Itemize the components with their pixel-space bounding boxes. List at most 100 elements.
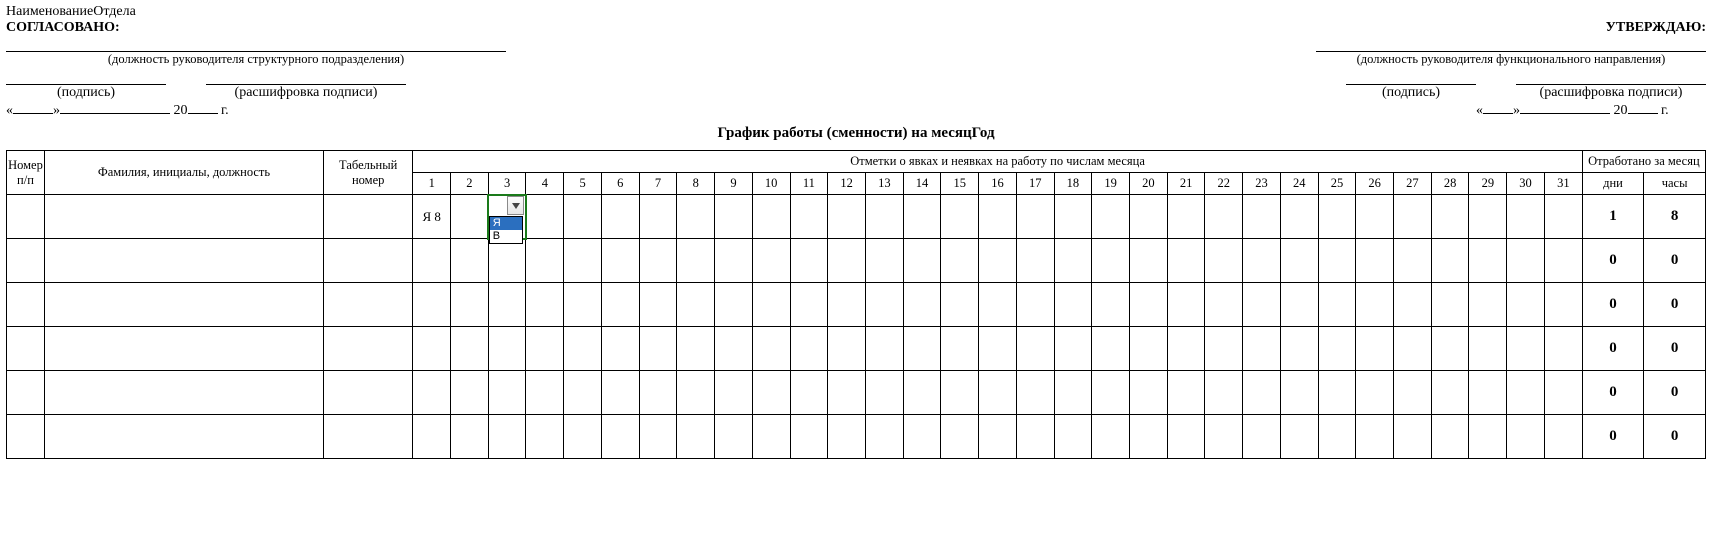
cell-day[interactable] — [1129, 415, 1167, 459]
cell-day[interactable] — [1318, 327, 1356, 371]
cell-day[interactable] — [639, 239, 677, 283]
decode-line-right[interactable] — [1516, 71, 1706, 85]
decode-line-left[interactable] — [206, 71, 406, 85]
cell-day[interactable] — [601, 415, 639, 459]
cell-day[interactable] — [903, 239, 941, 283]
cell-day[interactable] — [1469, 415, 1507, 459]
cell-day[interactable] — [790, 327, 828, 371]
cell-day[interactable] — [413, 415, 451, 459]
cell-day[interactable] — [677, 415, 715, 459]
cell-day[interactable] — [564, 239, 602, 283]
cell-day[interactable] — [715, 195, 753, 239]
cell-day[interactable] — [564, 371, 602, 415]
cell-day[interactable] — [1092, 327, 1130, 371]
dropdown-list[interactable]: ЯВ — [489, 216, 523, 244]
cell-day[interactable] — [1356, 415, 1394, 459]
cell-day[interactable] — [903, 195, 941, 239]
cell-day[interactable] — [1394, 371, 1432, 415]
cell-day[interactable] — [526, 283, 564, 327]
cell-day[interactable] — [601, 327, 639, 371]
cell-day[interactable] — [1469, 239, 1507, 283]
cell-fio[interactable] — [44, 371, 323, 415]
dropdown-option[interactable]: Я — [490, 217, 522, 230]
cell-day[interactable] — [451, 415, 489, 459]
cell-day[interactable] — [1544, 327, 1582, 371]
cell-day[interactable] — [1129, 239, 1167, 283]
manager-position-line-right[interactable] — [1316, 38, 1706, 52]
cell-day[interactable] — [1431, 415, 1469, 459]
cell-day[interactable] — [1092, 415, 1130, 459]
cell-day[interactable] — [488, 415, 526, 459]
cell-day[interactable] — [715, 283, 753, 327]
cell-day[interactable] — [715, 415, 753, 459]
cell-fio[interactable] — [44, 239, 323, 283]
cell-day[interactable] — [639, 283, 677, 327]
cell-day[interactable] — [979, 415, 1017, 459]
cell-day[interactable] — [903, 327, 941, 371]
cell-day[interactable] — [1054, 239, 1092, 283]
cell-day[interactable] — [1394, 283, 1432, 327]
cell-day[interactable] — [488, 239, 526, 283]
cell-day[interactable] — [715, 327, 753, 371]
cell-day[interactable] — [1544, 371, 1582, 415]
cell-day[interactable] — [1394, 327, 1432, 371]
cell-day[interactable] — [1054, 415, 1092, 459]
cell-day[interactable] — [413, 239, 451, 283]
cell-day[interactable] — [865, 415, 903, 459]
cell-day[interactable] — [1205, 283, 1243, 327]
date-day-right[interactable] — [1483, 113, 1513, 114]
cell-number[interactable] — [7, 195, 45, 239]
cell-day[interactable] — [828, 415, 866, 459]
cell-day[interactable] — [526, 371, 564, 415]
cell-day[interactable] — [451, 327, 489, 371]
cell-day[interactable] — [941, 327, 979, 371]
cell-day[interactable] — [790, 371, 828, 415]
cell-day[interactable] — [1469, 327, 1507, 371]
cell-day[interactable] — [941, 371, 979, 415]
manager-position-line-left[interactable] — [6, 38, 506, 52]
cell-day[interactable] — [1243, 283, 1281, 327]
cell-day[interactable] — [1431, 195, 1469, 239]
cell-tabnum[interactable] — [324, 195, 413, 239]
cell-day[interactable] — [526, 239, 564, 283]
cell-day[interactable] — [715, 239, 753, 283]
cell-day[interactable] — [564, 195, 602, 239]
cell-day[interactable] — [979, 283, 1017, 327]
cell-day[interactable] — [639, 371, 677, 415]
cell-day[interactable] — [828, 239, 866, 283]
cell-day[interactable] — [1054, 283, 1092, 327]
cell-day[interactable] — [752, 371, 790, 415]
cell-day[interactable] — [979, 239, 1017, 283]
cell-day[interactable] — [865, 371, 903, 415]
cell-day[interactable] — [1016, 327, 1054, 371]
cell-day[interactable] — [979, 327, 1017, 371]
cell-day[interactable] — [1280, 327, 1318, 371]
cell-day[interactable] — [1507, 415, 1545, 459]
cell-day[interactable] — [1431, 239, 1469, 283]
date-month-right[interactable] — [1520, 113, 1610, 114]
cell-tabnum[interactable] — [324, 239, 413, 283]
date-year-right[interactable] — [1628, 113, 1658, 114]
cell-day[interactable] — [1205, 327, 1243, 371]
cell-day[interactable] — [1318, 415, 1356, 459]
cell-day[interactable] — [451, 371, 489, 415]
cell-day[interactable] — [1318, 371, 1356, 415]
cell-day[interactable] — [1507, 239, 1545, 283]
cell-tabnum[interactable] — [324, 283, 413, 327]
cell-day[interactable] — [413, 283, 451, 327]
cell-day[interactable] — [1243, 239, 1281, 283]
cell-day[interactable] — [1544, 415, 1582, 459]
cell-day[interactable] — [1356, 195, 1394, 239]
cell-day[interactable] — [941, 283, 979, 327]
cell-day[interactable] — [1129, 195, 1167, 239]
cell-day[interactable] — [1129, 283, 1167, 327]
cell-day[interactable] — [1356, 239, 1394, 283]
cell-day[interactable] — [1469, 283, 1507, 327]
cell-day[interactable] — [413, 327, 451, 371]
cell-day[interactable] — [828, 195, 866, 239]
cell-number[interactable] — [7, 327, 45, 371]
cell-fio[interactable] — [44, 415, 323, 459]
cell-day[interactable] — [677, 239, 715, 283]
signature-line-left[interactable] — [6, 71, 166, 85]
cell-day[interactable] — [1167, 283, 1205, 327]
